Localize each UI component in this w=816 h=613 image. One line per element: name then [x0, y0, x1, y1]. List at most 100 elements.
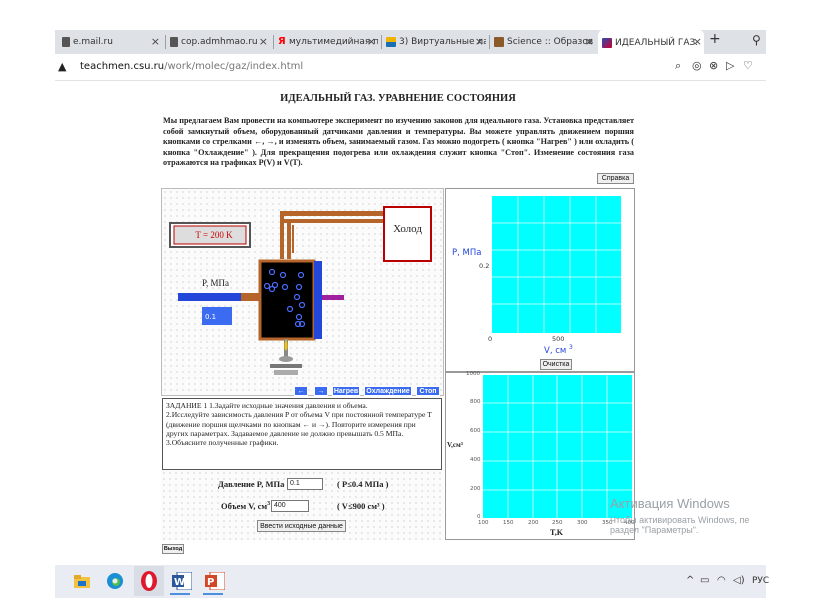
- powerpoint-active-indicator: [203, 593, 223, 595]
- watermark-line-3: раздел "Параметры".: [610, 525, 699, 535]
- tab-label: 3) Виртуальные ла: [399, 37, 486, 47]
- tab-label: e.mail.ru: [73, 37, 113, 47]
- image-icon: [386, 37, 396, 47]
- tab-yandex[interactable]: Я мультимедийная п ×: [278, 32, 378, 52]
- vt-xtick: 250: [552, 520, 563, 526]
- help-button[interactable]: Справка: [597, 173, 634, 184]
- vt-ytick: 800: [470, 399, 481, 405]
- lab-icon: [602, 37, 612, 48]
- vt-xtick: 200: [528, 520, 539, 526]
- url-host: teachmen.csu.ru: [80, 61, 165, 72]
- wifi-icon[interactable]: ◠: [717, 575, 726, 586]
- volume-icon[interactable]: ◁): [733, 575, 745, 586]
- simulation-drawing: [169, 206, 432, 375]
- input-form: Давление P, МПа 0.1 ( P≤0.4 МПа ) Объем …: [161, 470, 444, 540]
- bookmark-heart-icon[interactable]: ♡: [743, 59, 753, 72]
- url-path: /work/molec/gaz/index.html: [164, 61, 304, 72]
- warning-icon[interactable]: ▲: [58, 60, 66, 73]
- vt-ylabel: V,см³: [447, 441, 463, 449]
- zoom-icon[interactable]: ⌕: [675, 59, 681, 73]
- pressure-input-label: Давление P, МПа: [218, 479, 285, 489]
- edge-icon[interactable]: [103, 569, 127, 593]
- pressure-input[interactable]: 0.1: [287, 478, 323, 490]
- cool-button[interactable]: Охлаждение: [364, 386, 412, 396]
- submit-data-button[interactable]: Ввести исходные данные: [257, 520, 346, 532]
- piston-left-button[interactable]: ←: [294, 386, 308, 396]
- graph-pv-plot: [492, 196, 621, 333]
- volume-label-text: Объем V, см: [221, 501, 268, 511]
- clear-graph-button[interactable]: Очистка: [540, 359, 572, 370]
- search-tabs-icon[interactable]: ⚲: [752, 33, 761, 47]
- tab-label: ИДЕАЛЬНЫЙ ГАЗ.: [615, 37, 699, 48]
- volume-label-sup: 3: [267, 501, 271, 508]
- close-icon[interactable]: ×: [151, 35, 160, 48]
- graph-pv: P, МПа 0.2 0 500 V, см 3 Очистка: [445, 188, 635, 372]
- pv-xlabel-text: V, см: [544, 345, 567, 356]
- piston-right-button[interactable]: →: [314, 386, 328, 396]
- volume-input[interactable]: 400: [271, 500, 309, 512]
- pv-xlabel-sup: 3: [569, 344, 573, 351]
- vt-ytick: 400: [470, 457, 481, 463]
- url-field[interactable]: teachmen.csu.ru/work/molec/gaz/index.htm…: [80, 61, 303, 72]
- volume-input-label: Объем V, см3: [221, 501, 270, 511]
- vt-ytick: 1000: [466, 371, 480, 377]
- tab-virtual-labs[interactable]: 3) Виртуальные ла ×: [386, 32, 486, 52]
- vt-xtick: 300: [577, 520, 588, 526]
- pressure-hint: ( P≤0.4 МПа ): [337, 479, 389, 489]
- file-explorer-icon[interactable]: [70, 569, 94, 593]
- close-icon[interactable]: ×: [475, 35, 484, 48]
- tab-label: Science :: Образов: [507, 37, 594, 47]
- close-icon[interactable]: ×: [259, 35, 268, 48]
- close-icon[interactable]: ×: [693, 35, 702, 48]
- piston-rod: [322, 295, 344, 300]
- piston: [314, 261, 322, 339]
- pv-ytick: 0.2: [479, 262, 490, 270]
- svg-text:W: W: [174, 577, 185, 588]
- vt-ytick: 200: [470, 486, 481, 492]
- windows-activation-watermark: Активация Windows Чтобы активировать Win…: [610, 496, 749, 535]
- opera-icon[interactable]: [134, 566, 164, 596]
- word-active-indicator: [170, 593, 190, 595]
- vt-xtick: 100: [478, 520, 489, 526]
- pv-xtick-0: 0: [488, 335, 493, 343]
- volume-hint: ( V≤900 см³ ): [337, 501, 385, 511]
- gas-cylinder: [258, 259, 316, 341]
- tab-cop-admhmao[interactable]: cop.admhmao.ru ×: [170, 32, 270, 52]
- page-icon: [62, 37, 70, 47]
- tab-label: мультимедийная п: [289, 37, 378, 47]
- stop-button[interactable]: Стоп: [416, 386, 440, 396]
- page-title: ИДЕАЛЬНЫЙ ГАЗ. УРАВНЕНИЕ СОСТОЯНИЯ: [280, 93, 516, 104]
- exit-button[interactable]: Выход: [162, 544, 184, 554]
- pv-ylabel: P, МПа: [452, 248, 482, 258]
- tab-science[interactable]: Science :: Образов ×: [494, 32, 596, 52]
- task-box: ЗАДАНИЕ 1 1.Задайте исходные значения да…: [162, 398, 442, 470]
- send-icon[interactable]: ▷: [726, 59, 734, 72]
- watermark-line-2: Чтобы активировать Windows, пе: [610, 515, 750, 525]
- tab-ideal-gas[interactable]: ИДЕАЛЬНЫЙ ГАЗ. ×: [598, 30, 704, 55]
- word-icon[interactable]: W: [170, 569, 194, 593]
- page-icon: [170, 37, 178, 47]
- tab-email[interactable]: e.mail.ru ×: [62, 32, 162, 52]
- graph-pv-area: [492, 196, 621, 333]
- pressure-bar: [178, 293, 241, 301]
- simulation-panel: T = 200 K Холод P, МПа 0.1 ← → Нагрев Ох…: [161, 188, 444, 396]
- new-tab-button[interactable]: +: [709, 31, 721, 47]
- network-icon[interactable]: ▭: [700, 575, 709, 586]
- powerpoint-icon[interactable]: P: [203, 569, 227, 593]
- svg-text:P: P: [207, 577, 214, 588]
- close-icon[interactable]: ×: [585, 35, 594, 48]
- vt-xlabel: T,K: [550, 528, 563, 537]
- block-icon[interactable]: ⊗: [709, 59, 718, 72]
- close-icon[interactable]: ×: [367, 35, 376, 48]
- heat-button[interactable]: Нагрев: [332, 386, 360, 396]
- cold-label: Холод: [393, 223, 422, 235]
- pressure-sensor-label: P, МПа: [202, 278, 230, 288]
- pressure-sensor-value: 0.1: [205, 313, 217, 321]
- watermark-line-1: Активация Windows: [610, 496, 730, 511]
- chevron-up-icon[interactable]: ^: [686, 575, 694, 586]
- burner-icon: [270, 339, 302, 375]
- language-indicator[interactable]: РУС: [752, 576, 769, 586]
- camera-icon[interactable]: ◎: [692, 59, 702, 72]
- vt-ytick: 600: [470, 428, 481, 434]
- yandex-icon: Я: [278, 36, 286, 47]
